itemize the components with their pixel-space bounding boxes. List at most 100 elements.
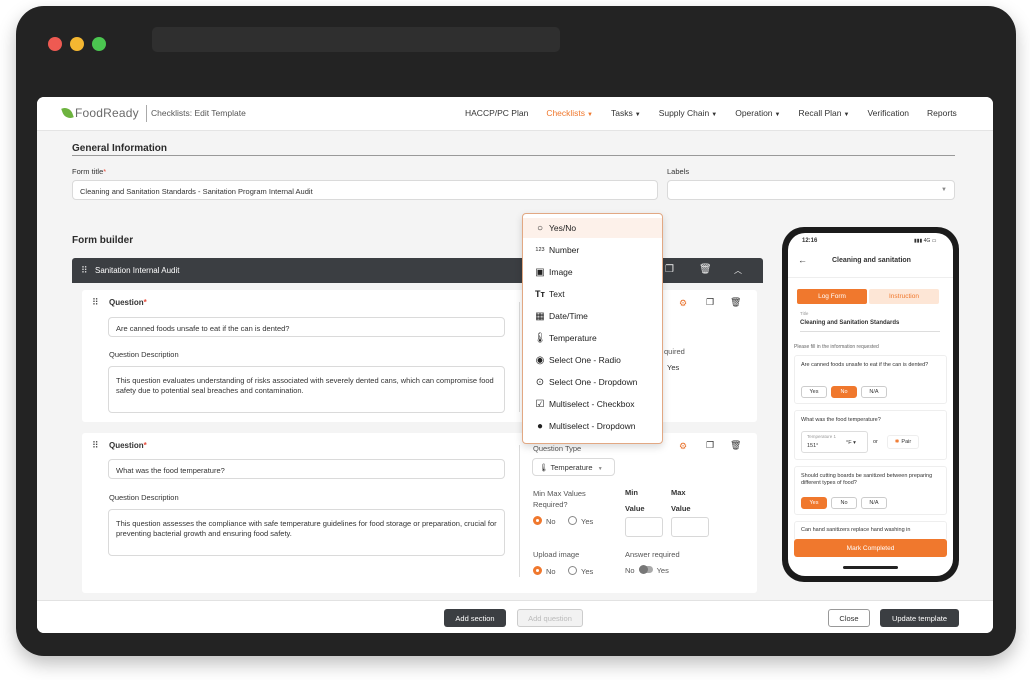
drag-handle-icon[interactable]: ⠿ xyxy=(81,265,88,276)
tab-log-form[interactable]: Log Form xyxy=(797,289,867,304)
option-label: Number xyxy=(549,245,580,255)
question-type-select[interactable]: 🌡 Temperature ▼ xyxy=(532,458,615,476)
max-value-label: Value xyxy=(671,504,691,513)
required-mark: * xyxy=(143,441,147,450)
form-title-input[interactable]: Cleaning and Sanitation Standards - Sani… xyxy=(72,180,658,200)
menu-option-yes-no[interactable]: ○ Yes/No xyxy=(523,218,662,238)
menu-item-supply-chain[interactable]: Supply Chain ▼ xyxy=(659,108,718,118)
menu-option-select-dropdown[interactable]: ⊙ Select One - Dropdown xyxy=(523,372,662,392)
labels-label: Labels xyxy=(667,167,690,176)
temperature-input[interactable]: Temperature 1 151° °F ▾ xyxy=(801,431,868,453)
menu-label: Verification xyxy=(867,108,910,118)
logo[interactable]: FoodReady xyxy=(61,105,139,121)
description-label: Question Description xyxy=(109,493,179,502)
menu-item-haccp[interactable]: HACCP/PC Plan xyxy=(465,108,528,118)
radio-icon: ◉ xyxy=(535,354,545,366)
pair-button[interactable]: ✱ Pair xyxy=(887,435,919,449)
chevron-down-icon: ▼ xyxy=(941,187,947,193)
chevron-up-icon[interactable]: ︿ xyxy=(734,265,742,276)
question-input[interactable]: Are canned foods unsafe to eat if the ca… xyxy=(108,317,505,337)
answer-required-toggle[interactable]: No Yes xyxy=(625,565,669,575)
question-input[interactable]: What was the food temperature? xyxy=(108,459,505,479)
mobile-preview: 12:16 ▮▮▮ 4G ▭ ← Cleaning and sanitation… xyxy=(782,227,959,582)
menu-item-operation[interactable]: Operation ▼ xyxy=(735,108,780,118)
min-value-input[interactable] xyxy=(625,517,663,537)
answer-required-label-partial: quired xyxy=(664,347,685,356)
add-question-button[interactable]: Add question xyxy=(517,609,583,627)
question-type-menu: ○ Yes/No 123 Number ▣ Image Tт Text ▦ Date/Ti… xyxy=(522,213,663,444)
answer-na-button[interactable]: N/A xyxy=(861,497,887,509)
menu-option-image[interactable]: ▣ Image xyxy=(523,262,662,282)
answer-na-button[interactable]: N/A xyxy=(861,386,887,398)
option-label: Yes/No xyxy=(549,223,577,233)
min-max-no[interactable]: No xyxy=(533,516,556,526)
min-label: Min xyxy=(625,488,638,497)
menu-option-date-time[interactable]: ▦ Date/Time xyxy=(523,306,662,326)
menu-option-multiselect-dropdown[interactable]: ● Multiselect - Dropdown xyxy=(523,416,662,436)
action-bar: Add section Add question Close Update te… xyxy=(37,600,993,633)
menu-label: HACCP/PC Plan xyxy=(465,108,529,118)
drag-handle-icon[interactable]: ⠿ xyxy=(92,297,99,308)
update-template-button[interactable]: Update template xyxy=(880,609,959,627)
trash-icon[interactable]: 🗑 xyxy=(730,297,741,308)
option-text: Yes xyxy=(581,517,594,526)
description-input[interactable]: This question assesses the compliance wi… xyxy=(108,509,505,556)
answer-required-value[interactable]: Yes xyxy=(667,363,679,372)
max-value-input[interactable] xyxy=(671,517,709,537)
menu-option-text[interactable]: Tт Text xyxy=(523,284,662,304)
menu-item-recall-plan[interactable]: Recall Plan ▼ xyxy=(799,108,850,118)
maximize-window-dot[interactable] xyxy=(92,37,106,51)
answer-yes-button[interactable]: Yes xyxy=(801,386,827,398)
close-window-dot[interactable] xyxy=(48,37,62,51)
divider xyxy=(788,277,953,278)
trash-icon[interactable]: 🗑 xyxy=(730,440,741,451)
upload-image-no[interactable]: No xyxy=(533,566,556,576)
app-screen: FoodReady Checklists: Edit Template HACC… xyxy=(37,97,993,633)
section-name: Sanitation Internal Audit xyxy=(95,266,180,275)
answer-no-button[interactable]: No xyxy=(831,386,857,398)
add-section-button[interactable]: Add section xyxy=(444,609,506,627)
min-max-yes[interactable]: Yes xyxy=(568,516,593,526)
answer-no-button[interactable]: No xyxy=(831,497,857,509)
labels-select[interactable]: ▼ xyxy=(667,180,955,200)
image-icon: ▣ xyxy=(535,266,545,278)
required-mark: * xyxy=(143,298,147,307)
mobile-question-text: Should cutting boards be sanitized betwe… xyxy=(801,473,933,486)
toggle-switch xyxy=(638,565,653,574)
home-indicator xyxy=(843,566,898,569)
menu-item-checklists[interactable]: Checklists ▼ xyxy=(546,108,593,118)
trash-icon[interactable]: 🗑 xyxy=(699,264,712,275)
option-label: Select One - Radio xyxy=(549,355,621,365)
unit-select[interactable]: °F ▾ xyxy=(846,440,856,446)
multiselect-dropdown-icon: ● xyxy=(536,420,544,432)
max-label-text: Max xyxy=(671,488,686,497)
number-icon: 123 xyxy=(535,247,545,253)
status-signal: ▮▮▮ 4G ▭ xyxy=(914,238,936,244)
answer-yes-button[interactable]: Yes xyxy=(801,497,827,509)
menu-item-reports[interactable]: Reports xyxy=(927,108,957,118)
copy-icon[interactable]: ❐ xyxy=(706,440,714,451)
menu-option-select-radio[interactable]: ◉ Select One - Radio xyxy=(523,350,662,370)
logic-icon[interactable]: ⚙ xyxy=(679,441,687,452)
description-input[interactable]: This question evaluates understanding of… xyxy=(108,366,505,413)
copy-icon[interactable]: ❐ xyxy=(665,264,674,275)
address-bar[interactable] xyxy=(152,27,560,52)
drag-handle-icon[interactable]: ⠿ xyxy=(92,440,99,451)
menu-option-temperature[interactable]: 🌡 Temperature xyxy=(523,328,662,348)
menu-item-verification[interactable]: Verification xyxy=(867,108,909,118)
mark-completed-button[interactable]: Mark Completed xyxy=(794,539,947,557)
option-text: No xyxy=(546,517,556,526)
minimize-window-dot[interactable] xyxy=(70,37,84,51)
menu-item-tasks[interactable]: Tasks ▼ xyxy=(611,108,641,118)
close-button[interactable]: Close xyxy=(828,609,870,627)
menu-option-multiselect-checkbox[interactable]: ☑ Multiselect - Checkbox xyxy=(523,394,662,414)
copy-icon[interactable]: ❐ xyxy=(706,297,714,308)
upload-image-yes[interactable]: Yes xyxy=(568,566,593,576)
back-arrow-icon[interactable]: ← xyxy=(798,255,807,265)
menu-option-number[interactable]: 123 Number xyxy=(523,240,662,260)
divider xyxy=(800,331,940,332)
logic-icon[interactable]: ⚙ xyxy=(679,298,687,309)
option-label: Multiselect - Checkbox xyxy=(549,399,635,409)
form-title-label: Form title* xyxy=(72,167,106,176)
tab-instruction[interactable]: Instruction xyxy=(869,289,939,304)
